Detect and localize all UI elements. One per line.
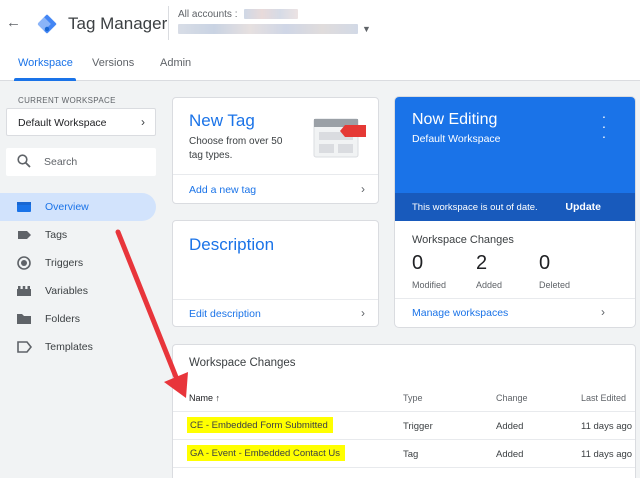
new-tag-illustration-icon [313, 118, 366, 158]
add-new-tag-link[interactable]: Add a new tag [189, 184, 256, 196]
column-header-change[interactable]: Change [496, 393, 528, 403]
new-tag-title[interactable]: New Tag [189, 111, 255, 131]
modified-count: 0 [412, 252, 424, 274]
column-header-name[interactable]: Name ↑ [189, 393, 220, 403]
sidebar-item-label: Folders [45, 313, 81, 325]
more-vert-icon[interactable]: · · · [601, 109, 607, 143]
workspace-selector-label: Default Workspace [18, 117, 107, 129]
sidebar-item-label: Overview [45, 201, 89, 213]
change-item-type: Trigger [403, 421, 433, 432]
new-tag-card[interactable]: New Tag Choose from over 50 tag types. A… [172, 97, 379, 204]
update-button[interactable]: Update [565, 201, 601, 213]
tab-admin[interactable]: Admin [160, 57, 191, 69]
chevron-right-icon[interactable]: › [601, 305, 605, 319]
sidebar-item-folders[interactable]: Folders [0, 305, 156, 333]
sidebar-item-label: Templates [45, 341, 93, 353]
now-editing-banner: Now Editing Default Workspace · · · This w… [395, 97, 635, 221]
now-editing-card: Now Editing Default Workspace · · · This w… [395, 97, 635, 327]
workspace-changes-title: Workspace Changes [189, 357, 296, 369]
workspace-changes-table: Workspace Changes Name ↑ Type Change Las… [172, 344, 636, 478]
sidebar-item-label: Variables [45, 285, 88, 297]
modified-label: Modified [412, 280, 447, 290]
tab-versions[interactable]: Versions [92, 57, 134, 69]
table-row-divider [173, 411, 635, 412]
sidebar-item-label: Tags [45, 229, 68, 241]
out-of-date-bar: This workspace is out of date. Update [395, 193, 635, 221]
workspace-selector[interactable]: Default Workspace › [6, 108, 156, 136]
change-item-name-link[interactable]: CE - Embedded Form Submitted [187, 417, 333, 433]
tag-manager-logo-icon [37, 14, 57, 34]
workspace-changes-heading: Workspace Changes [412, 234, 514, 246]
sidebar-item-variables[interactable]: Variables [0, 277, 156, 305]
sort-arrow-up-icon[interactable]: ↑ [216, 393, 221, 403]
sidebar-search[interactable] [6, 148, 156, 176]
change-item-name-link[interactable]: GA - Event - Embedded Contact Us [187, 445, 345, 461]
new-tag-subtitle: Choose from over 50 tag types. [189, 136, 283, 161]
account-label: All accounts : [178, 9, 238, 20]
deleted-count: 0 [539, 252, 551, 274]
chevron-right-icon[interactable]: › [361, 306, 365, 320]
chevron-right-icon: › [141, 115, 145, 129]
blurred-container-name[interactable] [178, 24, 358, 34]
blurred-account-name[interactable] [244, 9, 298, 19]
app-title: Tag Manager [68, 14, 168, 33]
folder-icon [17, 314, 31, 324]
card-divider [395, 298, 635, 299]
description-title: Description [189, 235, 275, 254]
column-header-name-label: Name [189, 393, 214, 403]
container-dropdown-icon[interactable]: ▼ [362, 24, 371, 34]
template-icon [17, 341, 32, 353]
sidebar-item-overview[interactable]: Overview [0, 193, 156, 221]
manage-workspaces-link[interactable]: Manage workspaces [412, 307, 508, 319]
overview-icon [17, 202, 31, 212]
back-arrow-icon[interactable]: ← [6, 15, 21, 31]
tab-workspace[interactable]: Workspace [18, 57, 73, 69]
change-item-change: Added [496, 449, 524, 460]
table-row-divider [173, 467, 635, 468]
description-card[interactable]: Description Edit description › [172, 220, 379, 327]
column-header-type[interactable]: Type [403, 393, 423, 403]
trigger-icon [17, 256, 31, 270]
added-label: Added [476, 280, 503, 290]
chevron-right-icon[interactable]: › [361, 182, 365, 196]
sidebar-item-label: Triggers [45, 257, 84, 269]
card-divider [173, 174, 378, 175]
change-item-last-edited: 11 days ago [581, 421, 633, 432]
deleted-label: Deleted [539, 280, 571, 290]
tag-icon [18, 231, 31, 239]
now-editing-workspace: Default Workspace [412, 133, 501, 145]
column-header-last-edited[interactable]: Last Edited [581, 393, 626, 403]
change-item-last-edited: 11 days ago [581, 449, 633, 460]
change-item-change: Added [496, 421, 524, 432]
active-tab-indicator [14, 78, 76, 81]
change-item-type: Tag [403, 449, 419, 460]
current-workspace-label: CURRENT WORKSPACE [18, 96, 116, 105]
app-header: ← Tag Manager All accounts : ▼ [0, 0, 640, 46]
now-editing-title: Now Editing [412, 111, 498, 128]
table-row-divider [173, 439, 635, 440]
main-tabs: Workspace Versions Admin [0, 46, 640, 81]
sidebar-item-triggers[interactable]: Triggers [0, 249, 156, 277]
card-divider [173, 299, 378, 300]
edit-description-link[interactable]: Edit description [189, 308, 261, 320]
search-icon [17, 154, 31, 168]
sidebar-item-templates[interactable]: Templates [0, 333, 156, 361]
variables-icon [17, 286, 31, 296]
out-of-date-text: This workspace is out of date. [412, 202, 538, 213]
header-divider [168, 6, 169, 40]
search-input[interactable] [44, 153, 144, 171]
added-count: 2 [476, 252, 488, 274]
sidebar-item-tags[interactable]: Tags [0, 221, 156, 249]
